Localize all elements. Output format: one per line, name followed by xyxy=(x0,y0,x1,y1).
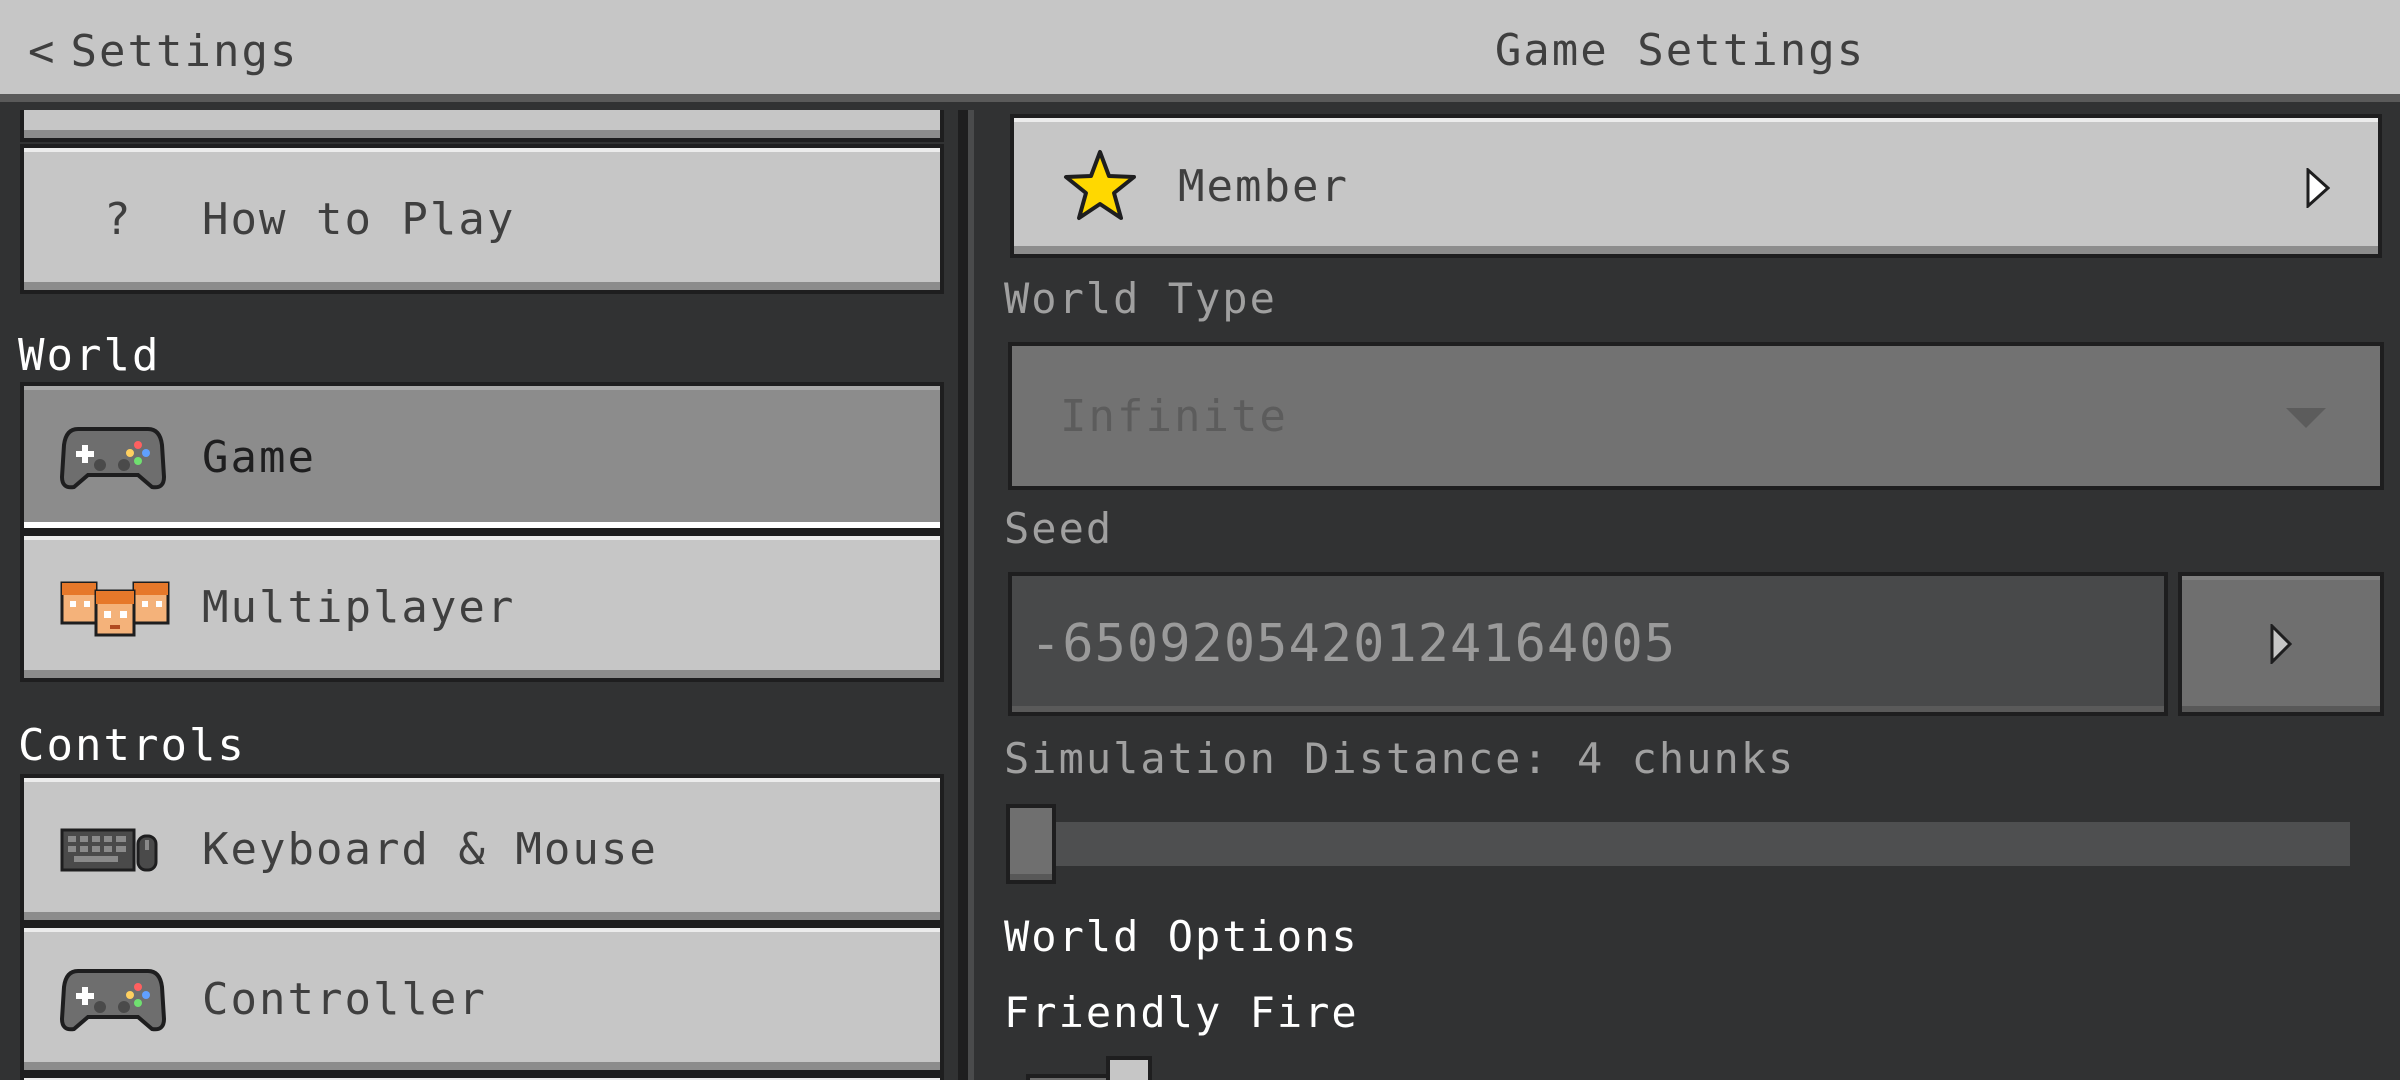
sidebar-item-partial[interactable] xyxy=(20,110,944,142)
simulation-distance-slider-thumb[interactable] xyxy=(1006,804,1056,884)
sidebar-item-multiplayer[interactable]: Multiplayer xyxy=(20,532,944,682)
chevron-down-icon xyxy=(2286,408,2326,428)
panel-divider xyxy=(958,110,968,1080)
back-button-label: Settings xyxy=(70,25,299,77)
simulation-distance-label: Simulation Distance: 4 chunks xyxy=(1004,734,1796,783)
seed-label: Seed xyxy=(1004,504,1114,553)
scrollbar[interactable] xyxy=(968,110,974,1080)
sidebar-item-label: Game xyxy=(202,431,316,483)
sidebar-item-label: Controller xyxy=(202,973,487,1025)
world-type-value: Infinite xyxy=(1060,390,1288,442)
chevron-left-icon: < xyxy=(28,25,57,77)
sidebar-item-keyboard-mouse[interactable]: Keyboard & Mouse xyxy=(20,774,944,924)
sidebar-item-label: How to Play xyxy=(202,193,516,245)
controller-icon xyxy=(60,963,180,1035)
settings-panel[interactable]: Member World Type Infinite Seed -6509205… xyxy=(990,110,2400,1080)
players-icon xyxy=(60,577,180,637)
star-icon xyxy=(1064,150,1136,220)
sidebar[interactable]: ? How to Play World Game Multiplayer Con… xyxy=(0,110,960,1080)
page-title: Game Settings xyxy=(1494,25,1866,76)
member-label: Member xyxy=(1178,160,1349,212)
header-bar: < Settings Game Settings xyxy=(0,0,2400,102)
seed-input[interactable]: -6509205420124164005 xyxy=(1008,572,2168,716)
world-type-dropdown[interactable]: Infinite xyxy=(1008,342,2384,490)
chevron-right-icon xyxy=(2270,624,2292,664)
section-heading-controls: Controls xyxy=(18,720,246,771)
member-button[interactable]: Member xyxy=(1010,114,2382,258)
simulation-distance-slider-track[interactable] xyxy=(1052,822,2350,866)
seed-submit-button[interactable] xyxy=(2178,572,2384,716)
world-type-label: World Type xyxy=(1004,274,1277,323)
sidebar-item-label: Multiplayer xyxy=(202,581,516,633)
question-icon: ? xyxy=(104,193,133,245)
world-options-heading: World Options xyxy=(1004,912,1359,961)
seed-value: -6509205420124164005 xyxy=(1030,614,1677,674)
toggle-knob xyxy=(1106,1056,1152,1080)
friendly-fire-toggle[interactable] xyxy=(1026,1056,1156,1080)
sidebar-item-label: Keyboard & Mouse xyxy=(202,823,658,875)
back-button[interactable]: < Settings xyxy=(28,20,298,82)
keyboard-mouse-icon xyxy=(60,824,180,874)
controller-icon xyxy=(60,421,180,493)
chevron-right-icon xyxy=(2306,168,2330,208)
section-heading-world: World xyxy=(18,330,161,381)
friendly-fire-label: Friendly Fire xyxy=(1004,988,1359,1037)
sidebar-item-partial-bottom[interactable] xyxy=(20,1074,944,1080)
sidebar-item-game[interactable]: Game xyxy=(20,382,944,532)
sidebar-item-how-to-play[interactable]: ? How to Play xyxy=(20,144,944,294)
sidebar-item-controller[interactable]: Controller xyxy=(20,924,944,1074)
